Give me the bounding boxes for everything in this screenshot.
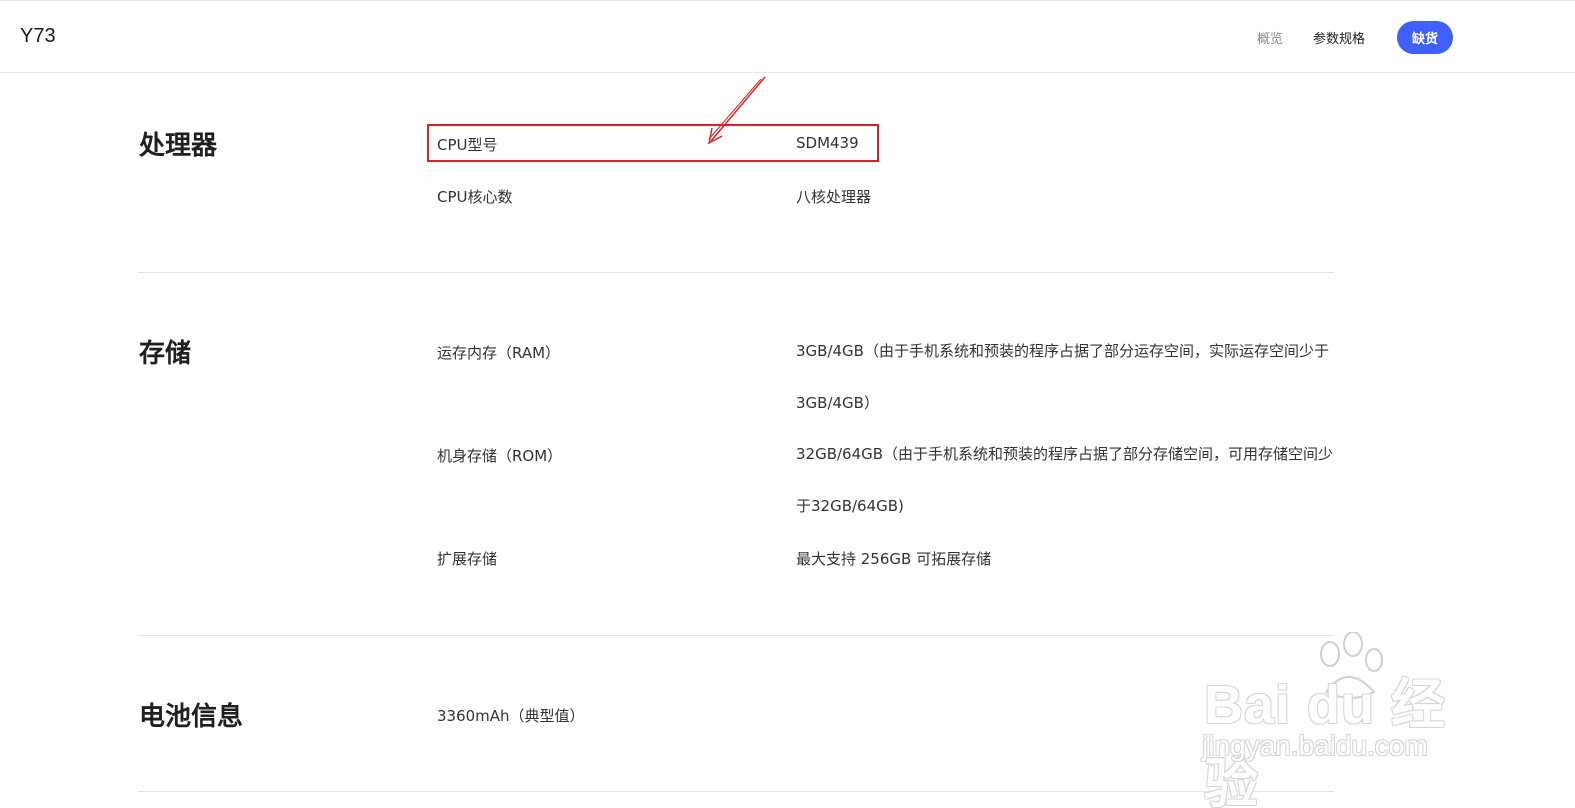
section-divider — [138, 272, 1334, 273]
spec-label-expandable-storage: 扩展存储 — [437, 550, 498, 568]
out-of-stock-button[interactable]: 缺货 — [1397, 21, 1453, 54]
spec-value-cpu-cores: 八核处理器 — [796, 188, 872, 206]
watermark-url: jingyan.baidu.com — [1202, 730, 1428, 761]
baidu-jingyan-watermark: Bai du 经验 jingyan.baidu.com — [1200, 632, 1490, 808]
section-divider — [138, 635, 1334, 636]
nav-overview-link[interactable]: 概览 — [1257, 28, 1283, 47]
spec-label-cpu-cores: CPU核心数 — [437, 188, 513, 206]
product-name[interactable]: Y73 — [20, 25, 56, 48]
nav-specs-link[interactable]: 参数规格 — [1313, 28, 1365, 47]
spec-value-battery-capacity: 3360mAh（典型值） — [437, 707, 585, 725]
section-title-battery: 电池信息 — [139, 702, 244, 732]
spec-value-rom: 32GB/64GB（由于手机系统和预装的程序占据了部分存储空间，可用存储空间少于… — [796, 445, 1334, 515]
section-title-processor: 处理器 — [139, 131, 218, 161]
spec-label-ram: 运存内存（RAM） — [437, 344, 561, 362]
spec-label-rom: 机身存储（ROM） — [437, 447, 563, 465]
spec-value-ram: 3GB/4GB（由于手机系统和预装的程序占据了部分运存空间，实际运存空间少于3G… — [796, 342, 1329, 412]
section-title-storage: 存储 — [139, 339, 192, 369]
section-divider — [138, 791, 1334, 792]
annotation-highlight-box — [427, 124, 879, 162]
spec-page: Y73 概览 参数规格 缺货 处理器 CPU型号 SDM439 CPU核心数 八… — [0, 0, 1575, 808]
spec-value-expandable-storage: 最大支持 256GB 可拓展存储 — [796, 550, 992, 568]
top-navigation-bar: Y73 概览 参数规格 缺货 — [0, 0, 1575, 73]
